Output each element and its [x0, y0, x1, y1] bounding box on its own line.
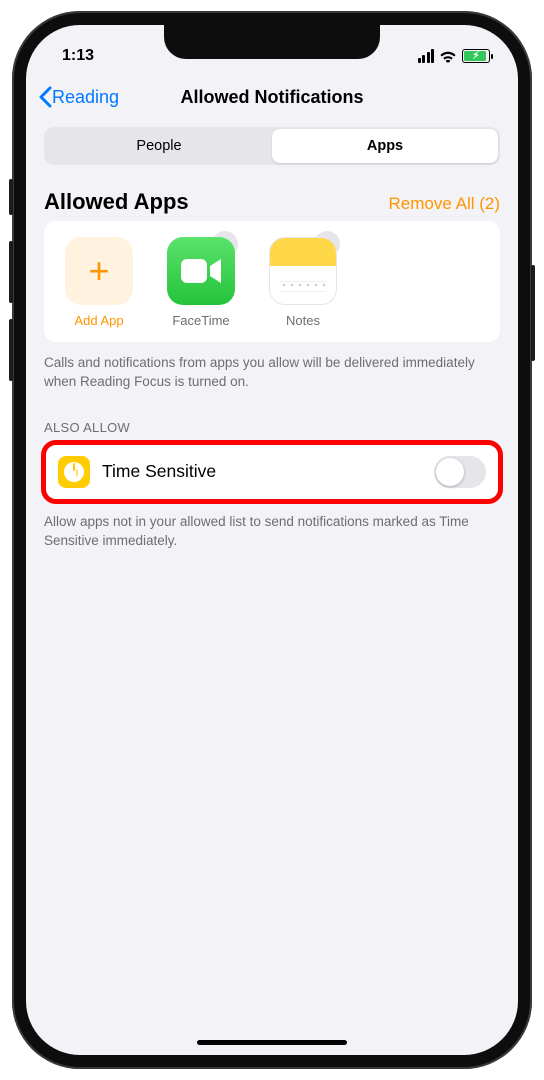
- time-sensitive-toggle[interactable]: [434, 456, 486, 488]
- facetime-icon: [167, 237, 235, 305]
- screen: 1:13 ⚡︎ Reading Allowed Notifications: [26, 25, 518, 1055]
- mute-switch: [9, 179, 13, 215]
- notes-icon: [269, 237, 337, 305]
- also-allow-label: ALSO ALLOW: [26, 392, 518, 443]
- back-button[interactable]: Reading: [38, 86, 119, 108]
- chevron-left-icon: [38, 86, 52, 108]
- phone-frame: 1:13 ⚡︎ Reading Allowed Notifications: [12, 11, 532, 1069]
- allowed-description: Calls and notifications from apps you al…: [26, 342, 518, 392]
- cellular-icon: [418, 49, 435, 63]
- volume-up: [9, 241, 13, 303]
- app-label: Notes: [260, 313, 346, 328]
- app-notes[interactable]: Notes: [260, 237, 346, 328]
- time-sensitive-row[interactable]: Time Sensitive: [44, 443, 500, 501]
- allowed-apps-section: Allowed Apps Remove All (2) + Add App Fa…: [26, 181, 518, 342]
- volume-down: [9, 319, 13, 381]
- allowed-apps-card: + Add App FaceTime Notes: [44, 221, 500, 342]
- back-label: Reading: [52, 87, 119, 108]
- home-indicator[interactable]: [197, 1040, 347, 1045]
- charging-icon: ⚡︎: [472, 51, 479, 62]
- remove-all-button[interactable]: Remove All (2): [389, 194, 500, 214]
- status-time: 1:13: [62, 47, 94, 65]
- wifi-icon: [439, 50, 457, 63]
- segmented-control: People Apps: [26, 121, 518, 181]
- clock-icon: [58, 456, 90, 488]
- battery-icon: ⚡︎: [462, 49, 490, 63]
- time-sensitive-description: Allow apps not in your allowed list to s…: [26, 501, 518, 551]
- add-app-button[interactable]: + Add App: [56, 237, 142, 328]
- app-label: FaceTime: [158, 313, 244, 328]
- tab-apps[interactable]: Apps: [272, 129, 498, 163]
- plus-icon: +: [65, 237, 133, 305]
- app-facetime[interactable]: FaceTime: [158, 237, 244, 328]
- time-sensitive-row-highlight: Time Sensitive: [44, 443, 500, 501]
- time-sensitive-label: Time Sensitive: [102, 461, 422, 482]
- nav-bar: Reading Allowed Notifications: [26, 73, 518, 121]
- status-right: ⚡︎: [418, 49, 491, 63]
- power-button: [531, 265, 535, 361]
- tab-people[interactable]: People: [46, 129, 272, 163]
- allowed-apps-title: Allowed Apps: [44, 189, 189, 215]
- notch: [164, 25, 380, 59]
- add-app-label: Add App: [56, 313, 142, 328]
